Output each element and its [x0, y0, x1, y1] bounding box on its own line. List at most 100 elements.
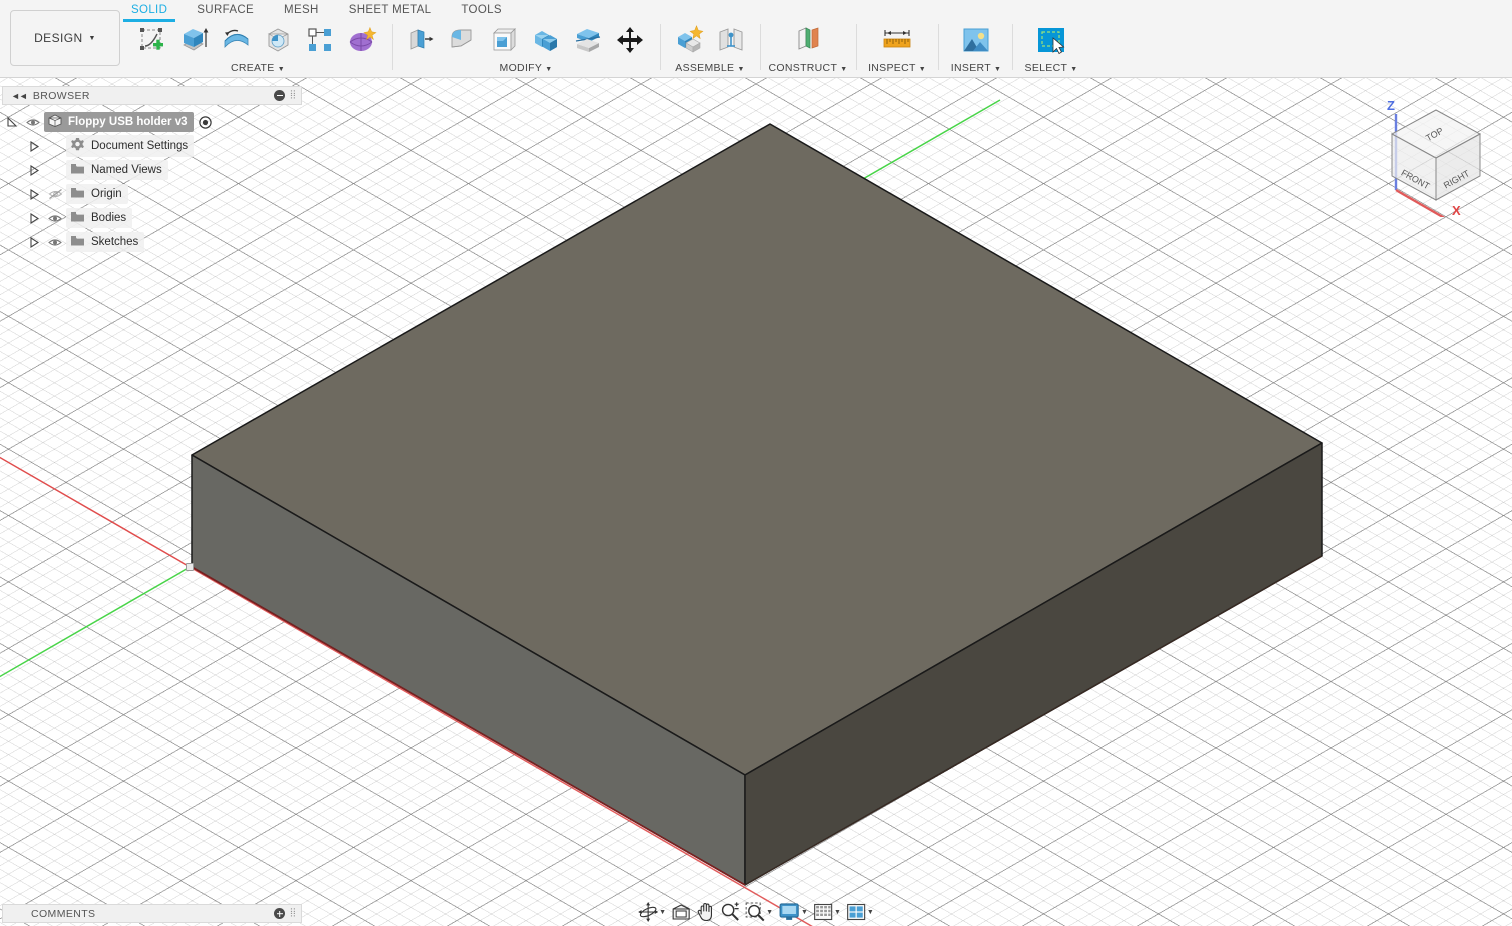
- workspace-tabs: SOLID SURFACE MESH SHEET METAL TOOLS: [122, 0, 532, 22]
- eye-visible-icon[interactable]: [44, 213, 66, 224]
- tree-node-origin[interactable]: Origin: [66, 184, 128, 204]
- move-copy-icon[interactable]: [611, 21, 649, 59]
- inspect-panel-label[interactable]: INSPECT ▼: [864, 62, 930, 74]
- grid-snap-icon[interactable]: ▼: [811, 901, 843, 923]
- tree-row-sketches: Sketches: [2, 230, 302, 254]
- display-settings-icon[interactable]: ▼: [776, 901, 810, 923]
- panel-create: CREATE ▼: [131, 20, 385, 78]
- panel-modify: MODIFY ▼: [399, 20, 653, 78]
- combine-icon[interactable]: [527, 21, 565, 59]
- tree-node-label: Floppy USB holder v3: [68, 116, 188, 128]
- viewports-icon[interactable]: ▼: [844, 901, 876, 923]
- fillet-icon[interactable]: [443, 21, 481, 59]
- folder-icon: [70, 162, 85, 178]
- toolbar-separator: [856, 24, 857, 70]
- tree-row-root: Floppy USB holder v3: [2, 110, 302, 134]
- browser-title: BROWSER: [32, 89, 90, 102]
- joint-icon[interactable]: [712, 21, 750, 59]
- orbit-icon[interactable]: ▼: [636, 901, 668, 923]
- tree-node-bodies[interactable]: Bodies: [66, 208, 133, 228]
- tree-node-label: Named Views: [91, 164, 162, 176]
- minimize-icon[interactable]: [274, 90, 286, 101]
- origin-point-marker[interactable]: [186, 563, 194, 571]
- eye-visible-icon[interactable]: [22, 117, 44, 128]
- add-comment-icon[interactable]: [274, 908, 286, 919]
- chevron-down-icon[interactable]: ▼: [867, 909, 874, 916]
- chevron-down-icon[interactable]: ▼: [834, 909, 841, 916]
- view-cube[interactable]: Z X TOP FRONT RIGHT: [1370, 92, 1500, 222]
- offset-plane-icon[interactable]: [789, 21, 827, 59]
- browser-header: ◄◄ BROWSER ⦙⦙: [2, 86, 302, 105]
- panel-inspect: INSPECT ▼: [864, 20, 930, 78]
- chevron-down-icon[interactable]: ▼: [659, 909, 666, 916]
- extrude-icon[interactable]: [175, 21, 213, 59]
- split-face-icon[interactable]: [569, 21, 607, 59]
- pan-hand-icon[interactable]: [694, 901, 717, 923]
- toolbar-separator: [938, 24, 939, 70]
- tree-node-document-settings[interactable]: Document Settings: [66, 135, 195, 157]
- measure-icon[interactable]: [878, 21, 916, 59]
- tree-node-label: Origin: [91, 188, 122, 200]
- create-form-icon[interactable]: [343, 21, 381, 59]
- tree-row-bodies: Bodies: [2, 206, 302, 230]
- new-component-icon[interactable]: [670, 21, 708, 59]
- folder-icon: [70, 186, 85, 202]
- tree-row-document-settings: Document Settings: [2, 134, 302, 158]
- design-workspace-button[interactable]: DESIGN ▼: [10, 10, 120, 66]
- comments-panel-header: COMMENTS ⦙⦙: [2, 904, 302, 923]
- eye-visible-icon[interactable]: [44, 237, 66, 248]
- sweep-icon[interactable]: [259, 21, 297, 59]
- tree-node-label: Bodies: [91, 212, 127, 224]
- radio-active-icon[interactable]: [198, 115, 212, 129]
- create-sketch-icon[interactable]: [133, 21, 171, 59]
- select-panel-label[interactable]: SELECT ▼: [1020, 62, 1082, 74]
- shell-icon[interactable]: [485, 21, 523, 59]
- chevron-down-icon[interactable]: ▼: [801, 909, 808, 916]
- toolbar-separator: [760, 24, 761, 70]
- tree-row-named-views: Named Views: [2, 158, 302, 182]
- press-pull-icon[interactable]: [401, 21, 439, 59]
- create-panel-label[interactable]: CREATE ▼: [131, 62, 385, 74]
- resize-grip-icon[interactable]: ⦙⦙: [290, 907, 296, 920]
- tab-tools[interactable]: TOOLS: [461, 0, 502, 20]
- pattern-icon[interactable]: [301, 21, 339, 59]
- tab-surface[interactable]: SURFACE: [197, 0, 254, 20]
- viewcube-z-label: Z: [1387, 98, 1395, 113]
- triangle-collapsed-icon[interactable]: [24, 164, 44, 176]
- triangle-collapsed-icon[interactable]: [24, 212, 44, 224]
- panel-assemble: ASSEMBLE ▼: [668, 20, 752, 78]
- modify-panel-label[interactable]: MODIFY ▼: [399, 62, 653, 74]
- tab-solid[interactable]: SOLID: [122, 0, 176, 22]
- construct-panel-label[interactable]: CONSTRUCT ▼: [768, 62, 848, 74]
- toolbar-separator: [392, 24, 393, 70]
- panel-construct: CONSTRUCT ▼: [768, 20, 848, 78]
- triangle-expanded-icon[interactable]: [2, 116, 22, 128]
- revolve-icon[interactable]: [217, 21, 255, 59]
- zoom-window-icon[interactable]: ▼: [743, 901, 775, 923]
- triangle-collapsed-icon[interactable]: [24, 236, 44, 248]
- triangle-collapsed-icon[interactable]: [24, 188, 44, 200]
- chevron-down-icon[interactable]: ▼: [766, 909, 773, 916]
- triangle-collapsed-icon[interactable]: [24, 140, 44, 152]
- tab-sheet-metal[interactable]: SHEET METAL: [349, 0, 432, 20]
- tree-node-sketches[interactable]: Sketches: [66, 232, 145, 252]
- insert-panel-label[interactable]: INSERT ▼: [946, 62, 1006, 74]
- assemble-panel-label[interactable]: ASSEMBLE ▼: [668, 62, 752, 74]
- tree-node-named-views[interactable]: Named Views: [66, 160, 168, 180]
- look-at-icon[interactable]: [669, 901, 693, 923]
- insert-image-icon[interactable]: [957, 21, 995, 59]
- zoom-icon[interactable]: [718, 901, 742, 923]
- tree-node-floppy-usb-holder-v3[interactable]: Floppy USB holder v3: [44, 112, 194, 132]
- tree-node-label: Document Settings: [91, 140, 189, 152]
- collapse-left-icon[interactable]: ◄◄: [3, 91, 33, 101]
- tree-row-origin: Origin: [2, 182, 302, 206]
- browser-panel: ◄◄ BROWSER ⦙⦙ Floppy USB holder v3 Docum…: [2, 86, 302, 254]
- tree-node-label: Sketches: [91, 236, 139, 248]
- folder-icon: [70, 210, 85, 226]
- tab-mesh[interactable]: MESH: [284, 0, 319, 20]
- resize-grip-icon[interactable]: ⦙⦙: [290, 89, 296, 102]
- body-top-face[interactable]: [191, 123, 1323, 776]
- top-toolbar: DESIGN ▼ SOLID SURFACE MESH SHEET METAL …: [0, 0, 1512, 78]
- eye-hidden-icon[interactable]: [44, 188, 66, 200]
- select-window-icon[interactable]: [1032, 21, 1070, 59]
